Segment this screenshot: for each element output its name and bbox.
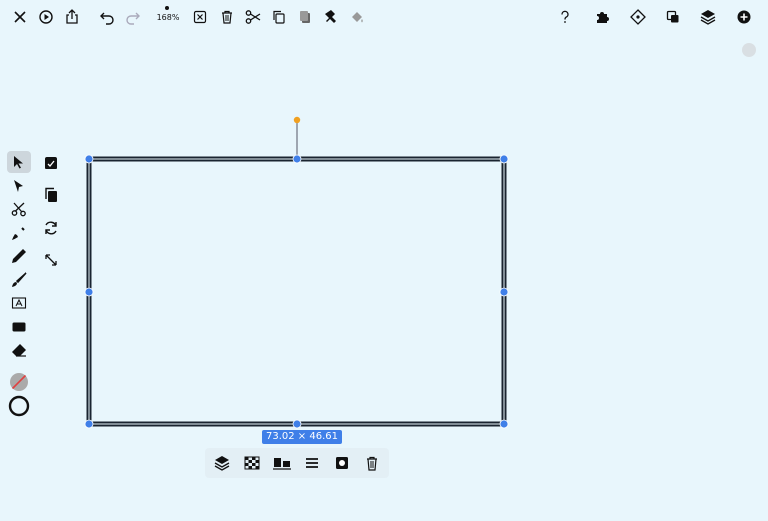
resize-icon[interactable]: [40, 249, 62, 271]
store-icon[interactable]: [40, 152, 62, 174]
resize-handle-right[interactable]: [499, 287, 509, 297]
resize-handle-left[interactable]: [84, 287, 94, 297]
transparency-icon[interactable]: [241, 452, 263, 474]
text-tool-icon[interactable]: [8, 292, 30, 314]
context-toolbar: [205, 448, 389, 478]
resize-handle-bottom-right[interactable]: [499, 419, 509, 429]
stroke-color-swatch[interactable]: [8, 395, 30, 417]
mask-icon[interactable]: [331, 452, 353, 474]
resize-handle-top-right[interactable]: [499, 154, 509, 164]
drawing-canvas[interactable]: [0, 0, 768, 521]
scissors-tool-icon[interactable]: [8, 198, 30, 220]
brush-tool-icon[interactable]: [8, 269, 30, 291]
direct-select-icon[interactable]: [8, 175, 30, 197]
pencil-tool-icon[interactable]: [8, 245, 30, 267]
distribute-icon[interactable]: [301, 452, 323, 474]
rotate-icon[interactable]: [40, 217, 62, 239]
rectangle-tool-icon[interactable]: [8, 316, 30, 338]
eraser-tool-icon[interactable]: [8, 339, 30, 361]
resize-handle-top-left[interactable]: [84, 154, 94, 164]
delete-icon[interactable]: [361, 452, 383, 474]
resize-handle-top[interactable]: [292, 154, 302, 164]
fill-color-swatch[interactable]: [8, 371, 30, 393]
dimensions-badge: 73.02 × 46.61: [262, 430, 342, 444]
layer-order-icon[interactable]: [211, 452, 233, 474]
rotate-handle[interactable]: [293, 116, 301, 124]
align-icon[interactable]: [271, 452, 293, 474]
resize-handle-bottom[interactable]: [292, 419, 302, 429]
select-arrow-icon[interactable]: [7, 151, 31, 173]
pen-tool-icon[interactable]: [8, 222, 30, 244]
duplicate-icon[interactable]: [40, 184, 62, 206]
rectangle-shape[interactable]: [86, 156, 507, 427]
resize-handle-bottom-left[interactable]: [84, 419, 94, 429]
